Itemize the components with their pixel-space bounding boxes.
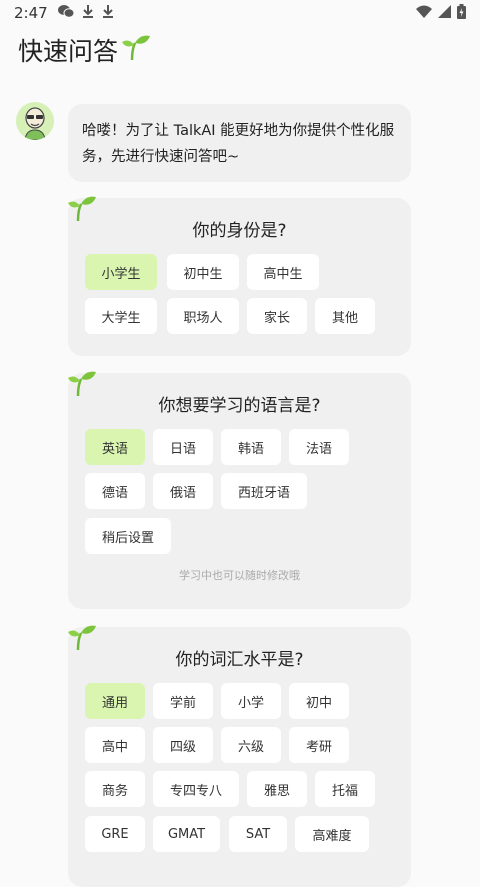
intro-message-bubble: 哈喽！为了让 TalkAI 能更好地为你提供个性化服务，先进行快速问答吧~ bbox=[68, 104, 411, 182]
status-time: 2:47 bbox=[14, 4, 48, 22]
q1-option-5[interactable]: 家长 bbox=[247, 298, 307, 334]
q1-option-4[interactable]: 职场人 bbox=[167, 298, 239, 334]
q2-option-4[interactable]: 德语 bbox=[85, 473, 145, 509]
q3-option-12[interactable]: GRE bbox=[85, 816, 145, 852]
avatar bbox=[16, 102, 54, 140]
q3-option-15[interactable]: 高难度 bbox=[295, 816, 369, 852]
q1-option-3[interactable]: 大学生 bbox=[85, 298, 157, 334]
question-title-language: 你想要学习的语言是? bbox=[158, 396, 321, 416]
q2-option-1[interactable]: 日语 bbox=[153, 429, 213, 465]
q1-option-1[interactable]: 初中生 bbox=[167, 254, 239, 290]
q2-option-5[interactable]: 俄语 bbox=[153, 473, 213, 509]
q3-option-13[interactable]: GMAT bbox=[153, 816, 220, 852]
q3-option-14[interactable]: SAT bbox=[229, 816, 287, 852]
q3-option-10[interactable]: 雅思 bbox=[247, 771, 307, 807]
q3-option-6[interactable]: 六级 bbox=[221, 727, 281, 763]
wifi-icon bbox=[416, 4, 432, 22]
signal-icon bbox=[438, 4, 451, 22]
q3-option-8[interactable]: 商务 bbox=[85, 771, 145, 807]
download-icon bbox=[82, 4, 94, 22]
q3-option-5[interactable]: 四级 bbox=[153, 727, 213, 763]
q1-option-0[interactable]: 小学生 bbox=[85, 254, 157, 290]
q3-option-0[interactable]: 通用 bbox=[85, 683, 145, 719]
q2-option-7[interactable]: 稍后设置 bbox=[85, 518, 171, 554]
battery-icon bbox=[457, 3, 466, 23]
q3-option-1[interactable]: 学前 bbox=[153, 683, 213, 719]
q2-option-6[interactable]: 西班牙语 bbox=[221, 473, 307, 509]
q1-option-2[interactable]: 高中生 bbox=[247, 254, 319, 290]
question-title-identity: 你的身份是? bbox=[192, 221, 287, 241]
question-card-language: 你想要学习的语言是? 英语 日语 韩语 法语德语 俄语 西班牙语稍后设置 学习中也可以随时… bbox=[68, 371, 411, 609]
q3-option-7[interactable]: 考研 bbox=[289, 727, 349, 763]
q3-option-11[interactable]: 托福 bbox=[315, 771, 375, 807]
q2-option-0[interactable]: 英语 bbox=[85, 429, 145, 465]
q2-option-3[interactable]: 法语 bbox=[289, 429, 349, 465]
question-card-vocabulary: 你的词汇水平是? 通用 学前 小学 初中高中 四级 六级 考研商务 专四专八 雅思 托福 GRE GM… bbox=[68, 625, 411, 887]
wechat-icon bbox=[57, 4, 75, 22]
q3-option-4[interactable]: 高中 bbox=[85, 727, 145, 763]
question-title-vocabulary: 你的词汇水平是? bbox=[175, 650, 304, 670]
page-title: 快速问答 bbox=[18, 32, 152, 68]
q2-option-2[interactable]: 韩语 bbox=[221, 429, 281, 465]
sprout-icon bbox=[120, 33, 152, 67]
intro-message-text: 哈喽！为了让 TalkAI 能更好地为你提供个性化服务，先进行快速问答吧~ bbox=[82, 123, 395, 165]
q3-option-9[interactable]: 专四专八 bbox=[153, 771, 239, 807]
page-title-text: 快速问答 bbox=[18, 37, 119, 66]
question-card-identity: 你的身份是? 小学生 初中生 高中生大学生 职场人 家长 其他 bbox=[68, 196, 411, 356]
status-bar: 2:47 bbox=[0, 0, 480, 26]
q3-option-2[interactable]: 小学 bbox=[221, 683, 281, 719]
download-icon-2 bbox=[102, 4, 114, 22]
q3-option-3[interactable]: 初中 bbox=[289, 683, 349, 719]
language-hint-text: 学习中也可以随时修改哦 bbox=[179, 569, 300, 582]
q1-option-6[interactable]: 其他 bbox=[315, 298, 375, 334]
